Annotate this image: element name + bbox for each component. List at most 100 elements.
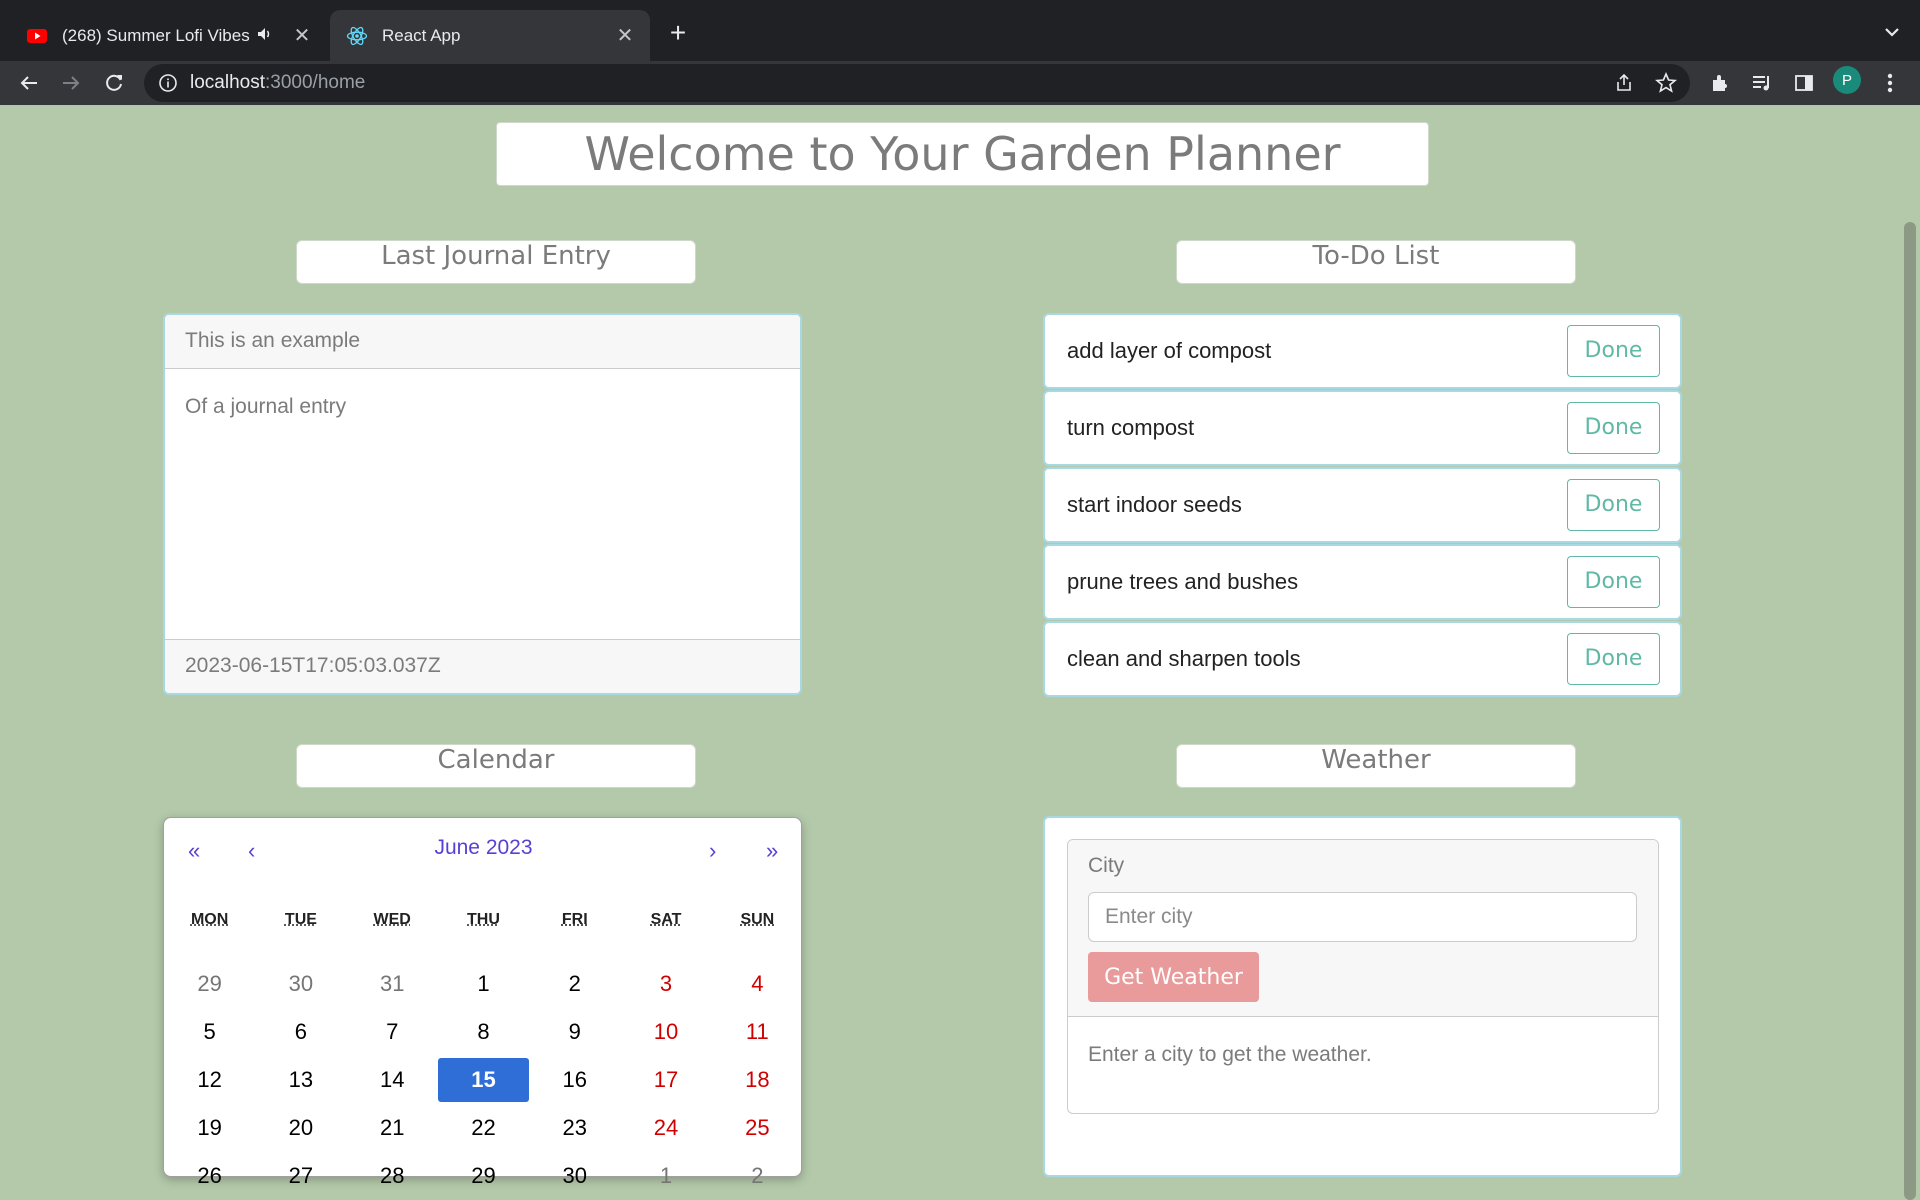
tab-youtube[interactable]: (268) Summer Lofi Vibes ⚡ ✕ bbox=[0, 10, 327, 61]
journal-card: This is an example Of a journal entry 20… bbox=[163, 313, 802, 695]
weather-form: City Get Weather bbox=[1068, 840, 1658, 1017]
todo-heading: To-Do List bbox=[1176, 240, 1576, 284]
extensions-icon[interactable] bbox=[1706, 69, 1734, 97]
calendar-day[interactable]: 28 bbox=[347, 1152, 438, 1200]
calendar-day[interactable]: 2 bbox=[712, 1152, 803, 1200]
calendar-day[interactable]: 13 bbox=[255, 1056, 346, 1104]
weekday-label: SUN bbox=[740, 911, 775, 928]
bookmark-star-icon[interactable] bbox=[1652, 69, 1680, 97]
calendar-day[interactable]: 1 bbox=[620, 1152, 711, 1200]
calendar-day[interactable]: 30 bbox=[529, 1152, 620, 1200]
get-weather-button[interactable]: Get Weather bbox=[1088, 952, 1259, 1002]
calendar-day[interactable]: 12 bbox=[164, 1056, 255, 1104]
calendar-week-row: 12 13 14 15 16 17 18 bbox=[164, 1056, 803, 1104]
calendar-day[interactable]: 3 bbox=[620, 960, 711, 1008]
calendar-day[interactable]: 23 bbox=[529, 1104, 620, 1152]
address-bar[interactable]: localhost:3000/home bbox=[144, 64, 1690, 102]
next-year-button[interactable]: » bbox=[766, 838, 778, 864]
done-button[interactable]: Done bbox=[1567, 325, 1660, 377]
url-text: localhost:3000/home bbox=[190, 72, 365, 94]
journal-entry-timestamp: 2023-06-15T17:05:03.037Z bbox=[165, 639, 800, 693]
scrollbar-thumb[interactable] bbox=[1904, 222, 1916, 1200]
calendar-day[interactable]: 10 bbox=[620, 1008, 711, 1056]
weekday-label: MON bbox=[190, 911, 229, 928]
browser-menu-icon[interactable] bbox=[1876, 69, 1904, 97]
calendar-day[interactable]: 20 bbox=[255, 1104, 346, 1152]
browser-tab-bar: (268) Summer Lofi Vibes ⚡ ✕ React App ✕ … bbox=[0, 0, 1920, 61]
todo-item: turn compost Done bbox=[1043, 390, 1682, 466]
weekday-header-row: MON TUE WED THU FRI SAT SUN bbox=[164, 906, 803, 954]
calendar-day[interactable]: 19 bbox=[164, 1104, 255, 1152]
calendar-week-row: 19 20 21 22 23 24 25 bbox=[164, 1104, 803, 1152]
weather-form-card: City Get Weather Enter a city to get the… bbox=[1067, 839, 1659, 1114]
calendar-day[interactable]: 27 bbox=[255, 1152, 346, 1200]
calendar-day[interactable]: 18 bbox=[712, 1056, 803, 1104]
todo-item: start indoor seeds Done bbox=[1043, 467, 1682, 543]
profile-avatar[interactable]: P bbox=[1833, 66, 1861, 94]
calendar-day[interactable]: 16 bbox=[529, 1056, 620, 1104]
city-label: City bbox=[1088, 854, 1125, 877]
calendar-day[interactable]: 8 bbox=[438, 1008, 529, 1056]
forward-icon[interactable] bbox=[56, 68, 86, 98]
weekday-label: SAT bbox=[650, 911, 682, 928]
speaker-icon[interactable] bbox=[257, 26, 273, 46]
calendar-day[interactable]: 1 bbox=[438, 960, 529, 1008]
calendar-day[interactable]: 14 bbox=[347, 1056, 438, 1104]
browser-toolbar: localhost:3000/home bbox=[0, 61, 1920, 105]
calendar-day[interactable]: 29 bbox=[164, 960, 255, 1008]
media-control-icon[interactable] bbox=[1748, 69, 1776, 97]
todo-item-text: start indoor seeds bbox=[1067, 492, 1242, 517]
calendar-day[interactable]: 4 bbox=[712, 960, 803, 1008]
reload-icon[interactable] bbox=[99, 68, 129, 98]
calendar-widget: « ‹ June 2023 › » MON TUE WED THU FRI SA… bbox=[163, 817, 803, 1188]
calendar-day[interactable]: 2 bbox=[529, 960, 620, 1008]
react-icon bbox=[346, 25, 368, 47]
done-button[interactable]: Done bbox=[1567, 556, 1660, 608]
calendar-day[interactable]: 21 bbox=[347, 1104, 438, 1152]
journal-entry-body: Of a journal entry bbox=[185, 395, 347, 418]
calendar-day[interactable]: 11 bbox=[712, 1008, 803, 1056]
back-icon[interactable] bbox=[14, 68, 44, 98]
weekday-label: THU bbox=[467, 911, 500, 928]
tab-react-app[interactable]: React App ✕ bbox=[330, 10, 650, 61]
calendar-day[interactable]: 29 bbox=[438, 1152, 529, 1200]
page-title: Welcome to Your Garden Planner bbox=[496, 122, 1429, 186]
calendar-grid: MON TUE WED THU FRI SAT SUN 29 30 31 1 2… bbox=[164, 906, 803, 1200]
calendar-day[interactable]: 9 bbox=[529, 1008, 620, 1056]
calendar-week-row: 29 30 31 1 2 3 4 bbox=[164, 960, 803, 1008]
calendar-day[interactable]: 24 bbox=[620, 1104, 711, 1152]
close-tab-icon[interactable]: ✕ bbox=[287, 23, 317, 48]
calendar-day[interactable]: 6 bbox=[255, 1008, 346, 1056]
todo-item: prune trees and bushes Done bbox=[1043, 544, 1682, 620]
calendar-day[interactable]: 17 bbox=[620, 1056, 711, 1104]
weekday-label: WED bbox=[373, 911, 411, 928]
url-host: localhost bbox=[190, 72, 265, 93]
next-month-button[interactable]: › bbox=[709, 838, 716, 864]
calendar-day[interactable]: 30 bbox=[255, 960, 346, 1008]
tab-search-chevron-icon[interactable] bbox=[1880, 20, 1904, 44]
city-input[interactable] bbox=[1088, 892, 1637, 942]
calendar-day[interactable]: 22 bbox=[438, 1104, 529, 1152]
journal-heading: Last Journal Entry bbox=[296, 240, 696, 284]
done-button[interactable]: Done bbox=[1567, 633, 1660, 685]
calendar-month-label[interactable]: June 2023 bbox=[164, 836, 803, 860]
todo-item-text: prune trees and bushes bbox=[1067, 569, 1299, 594]
calendar-day[interactable]: 5 bbox=[164, 1008, 255, 1056]
calendar-day-selected[interactable]: 15 bbox=[437, 1058, 530, 1102]
calendar-day[interactable]: 7 bbox=[347, 1008, 438, 1056]
journal-entry-title: This is an example bbox=[165, 315, 800, 369]
close-tab-icon[interactable]: ✕ bbox=[610, 23, 640, 48]
done-button[interactable]: Done bbox=[1567, 479, 1660, 531]
todo-item: add layer of compost Done bbox=[1043, 313, 1682, 389]
share-icon[interactable] bbox=[1610, 69, 1638, 97]
todo-item-text: add layer of compost bbox=[1067, 338, 1272, 363]
done-button[interactable]: Done bbox=[1567, 402, 1660, 454]
weekday-label: FRI bbox=[561, 911, 588, 928]
site-info-icon[interactable] bbox=[158, 73, 178, 93]
weekday-label: TUE bbox=[284, 911, 317, 928]
new-tab-icon[interactable]: + bbox=[662, 18, 694, 50]
calendar-day[interactable]: 26 bbox=[164, 1152, 255, 1200]
calendar-day[interactable]: 25 bbox=[712, 1104, 803, 1152]
side-panel-icon[interactable] bbox=[1790, 69, 1818, 97]
calendar-day[interactable]: 31 bbox=[347, 960, 438, 1008]
